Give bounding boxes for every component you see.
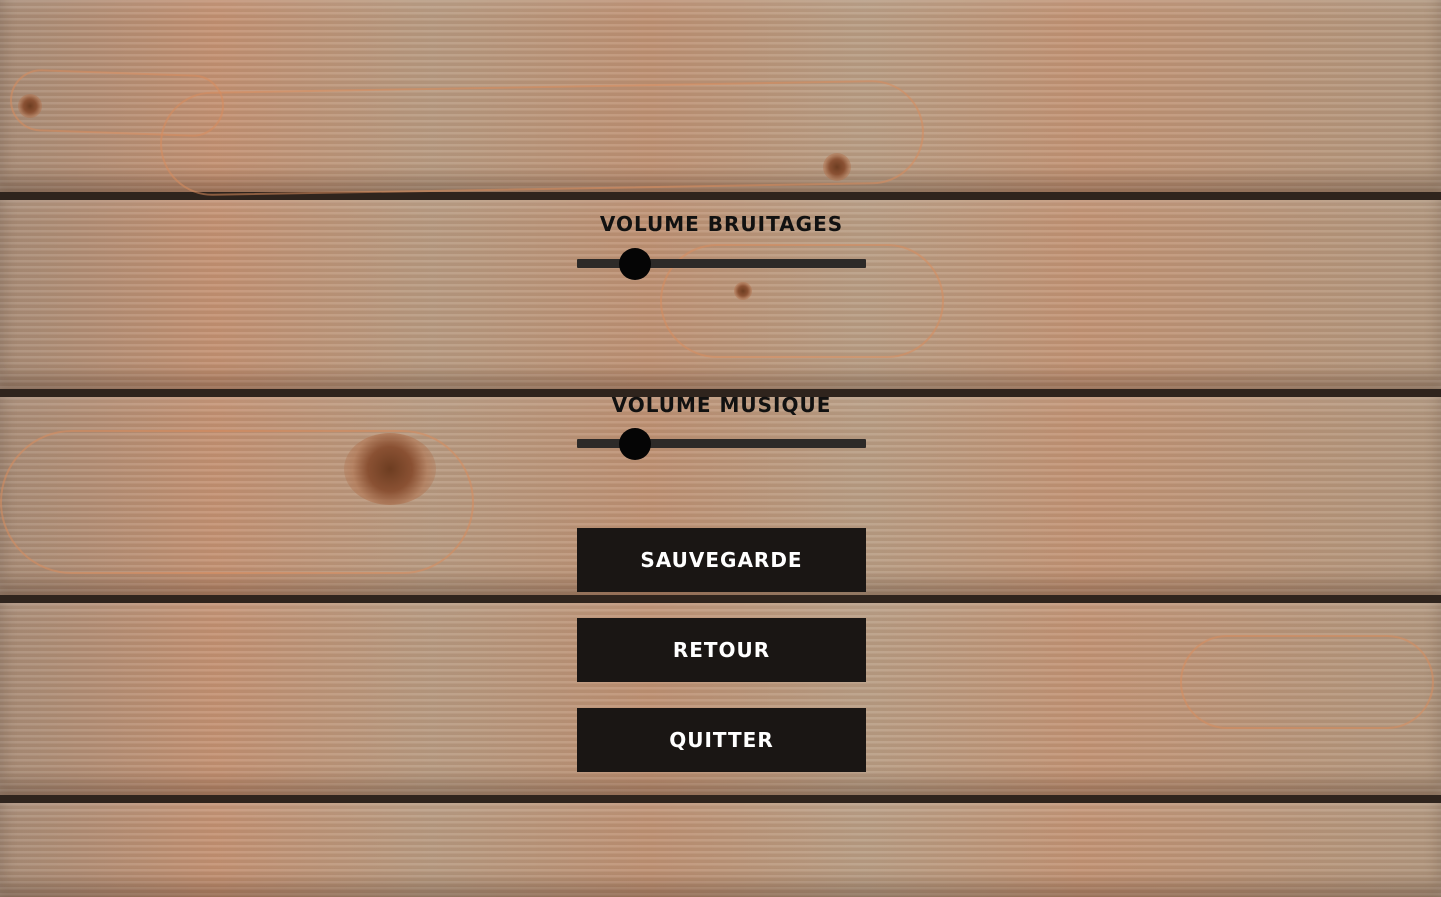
music-volume-slider[interactable] [577,427,866,460]
wood-grain-streak [1180,635,1434,729]
wood-grain-streak [159,79,925,197]
sound-effects-volume-label: VOLUME BRUITAGES [599,212,844,236]
sound-effects-volume-slider[interactable] [577,247,866,280]
wood-knot [344,433,436,505]
wood-knot [18,94,42,118]
music-volume-label: VOLUME MUSIQUE [611,393,832,417]
back-button[interactable]: RETOUR [577,618,866,682]
music-volume-thumb[interactable] [618,427,651,460]
wood-knot [734,282,752,300]
wood-knot [823,153,851,181]
wood-plank [0,803,1441,897]
save-button[interactable]: SAUVEGARDE [577,528,866,592]
quit-button[interactable]: QUITTER [577,708,866,772]
sound-effects-volume-thumb[interactable] [618,247,651,280]
